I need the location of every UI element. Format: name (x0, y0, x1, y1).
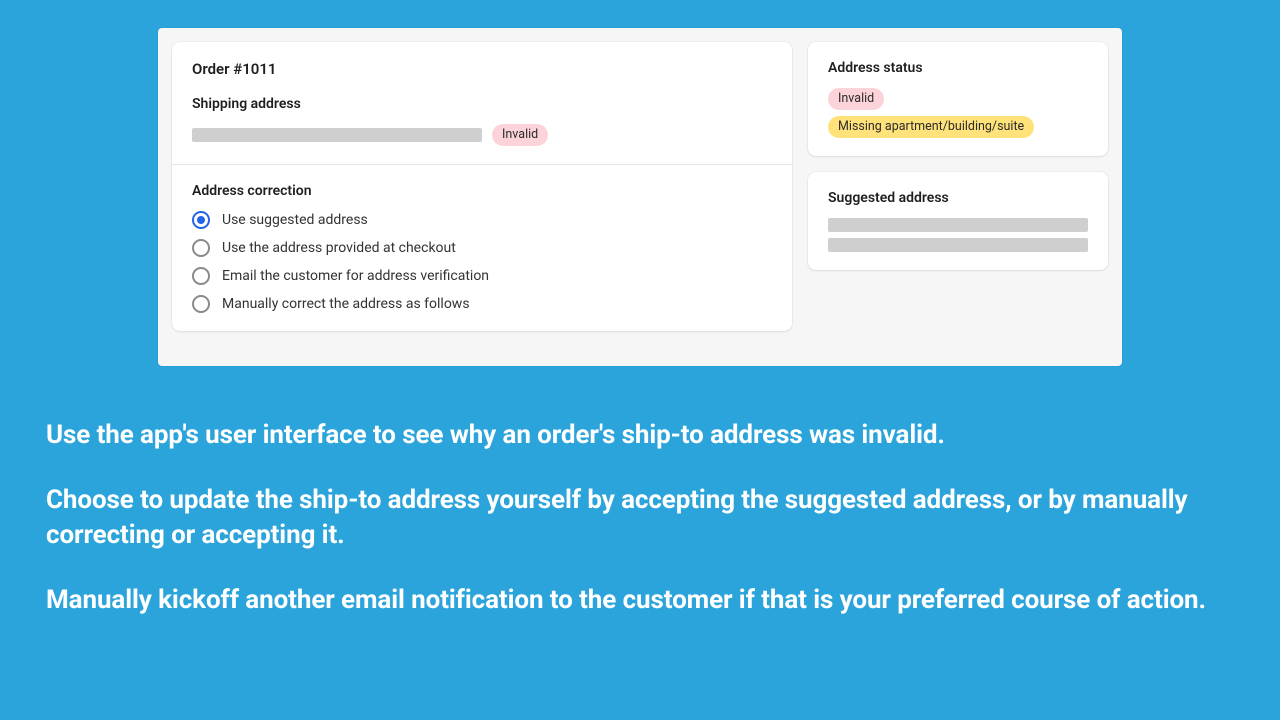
radio-label: Use suggested address (222, 212, 368, 228)
order-header-section: Order #1011 Shipping address Invalid (172, 42, 792, 164)
suggested-address-heading: Suggested address (828, 190, 1088, 206)
redacted-suggested-line-1 (828, 218, 1088, 232)
marketing-copy: Use the app's user interface to see why … (46, 418, 1234, 618)
correction-option-suggested[interactable]: Use suggested address (192, 211, 772, 229)
redacted-suggested-line-2 (828, 238, 1088, 252)
radio-icon (192, 267, 210, 285)
radio-label: Manually correct the address as follows (222, 296, 470, 312)
address-status-card: Address status Invalid Missing apartment… (808, 42, 1108, 156)
correction-option-manual[interactable]: Manually correct the address as follows (192, 295, 772, 313)
suggested-address-lines (828, 218, 1088, 252)
correction-radio-group: Use suggested address Use the address pr… (192, 211, 772, 313)
address-correction-heading: Address correction (192, 183, 772, 199)
correction-option-checkout[interactable]: Use the address provided at checkout (192, 239, 772, 257)
address-correction-section: Address correction Use suggested address… (172, 164, 792, 331)
app-panel: Order #1011 Shipping address Invalid Add… (158, 28, 1122, 366)
suggested-address-card: Suggested address (808, 172, 1108, 270)
radio-icon (192, 211, 210, 229)
copy-paragraph-2: Choose to update the ship-to address you… (46, 483, 1234, 553)
radio-label: Use the address provided at checkout (222, 240, 456, 256)
status-badge-missing-unit: Missing apartment/building/suite (828, 116, 1034, 138)
status-badge-row: Invalid Missing apartment/building/suite (828, 88, 1088, 138)
copy-paragraph-3: Manually kickoff another email notificat… (46, 583, 1234, 618)
radio-label: Email the customer for address verificat… (222, 268, 489, 284)
correction-option-email[interactable]: Email the customer for address verificat… (192, 267, 772, 285)
order-card: Order #1011 Shipping address Invalid Add… (172, 42, 792, 331)
main-column: Order #1011 Shipping address Invalid Add… (172, 42, 792, 352)
address-status-heading: Address status (828, 60, 1088, 76)
shipping-invalid-badge: Invalid (492, 124, 548, 146)
radio-icon (192, 239, 210, 257)
side-column: Address status Invalid Missing apartment… (808, 42, 1108, 352)
radio-icon (192, 295, 210, 313)
shipping-address-heading: Shipping address (192, 96, 772, 112)
redacted-address-line (192, 128, 482, 142)
shipping-address-row: Invalid (192, 124, 772, 146)
order-title: Order #1011 (192, 60, 772, 78)
copy-paragraph-1: Use the app's user interface to see why … (46, 418, 1234, 453)
status-badge-invalid: Invalid (828, 88, 884, 110)
